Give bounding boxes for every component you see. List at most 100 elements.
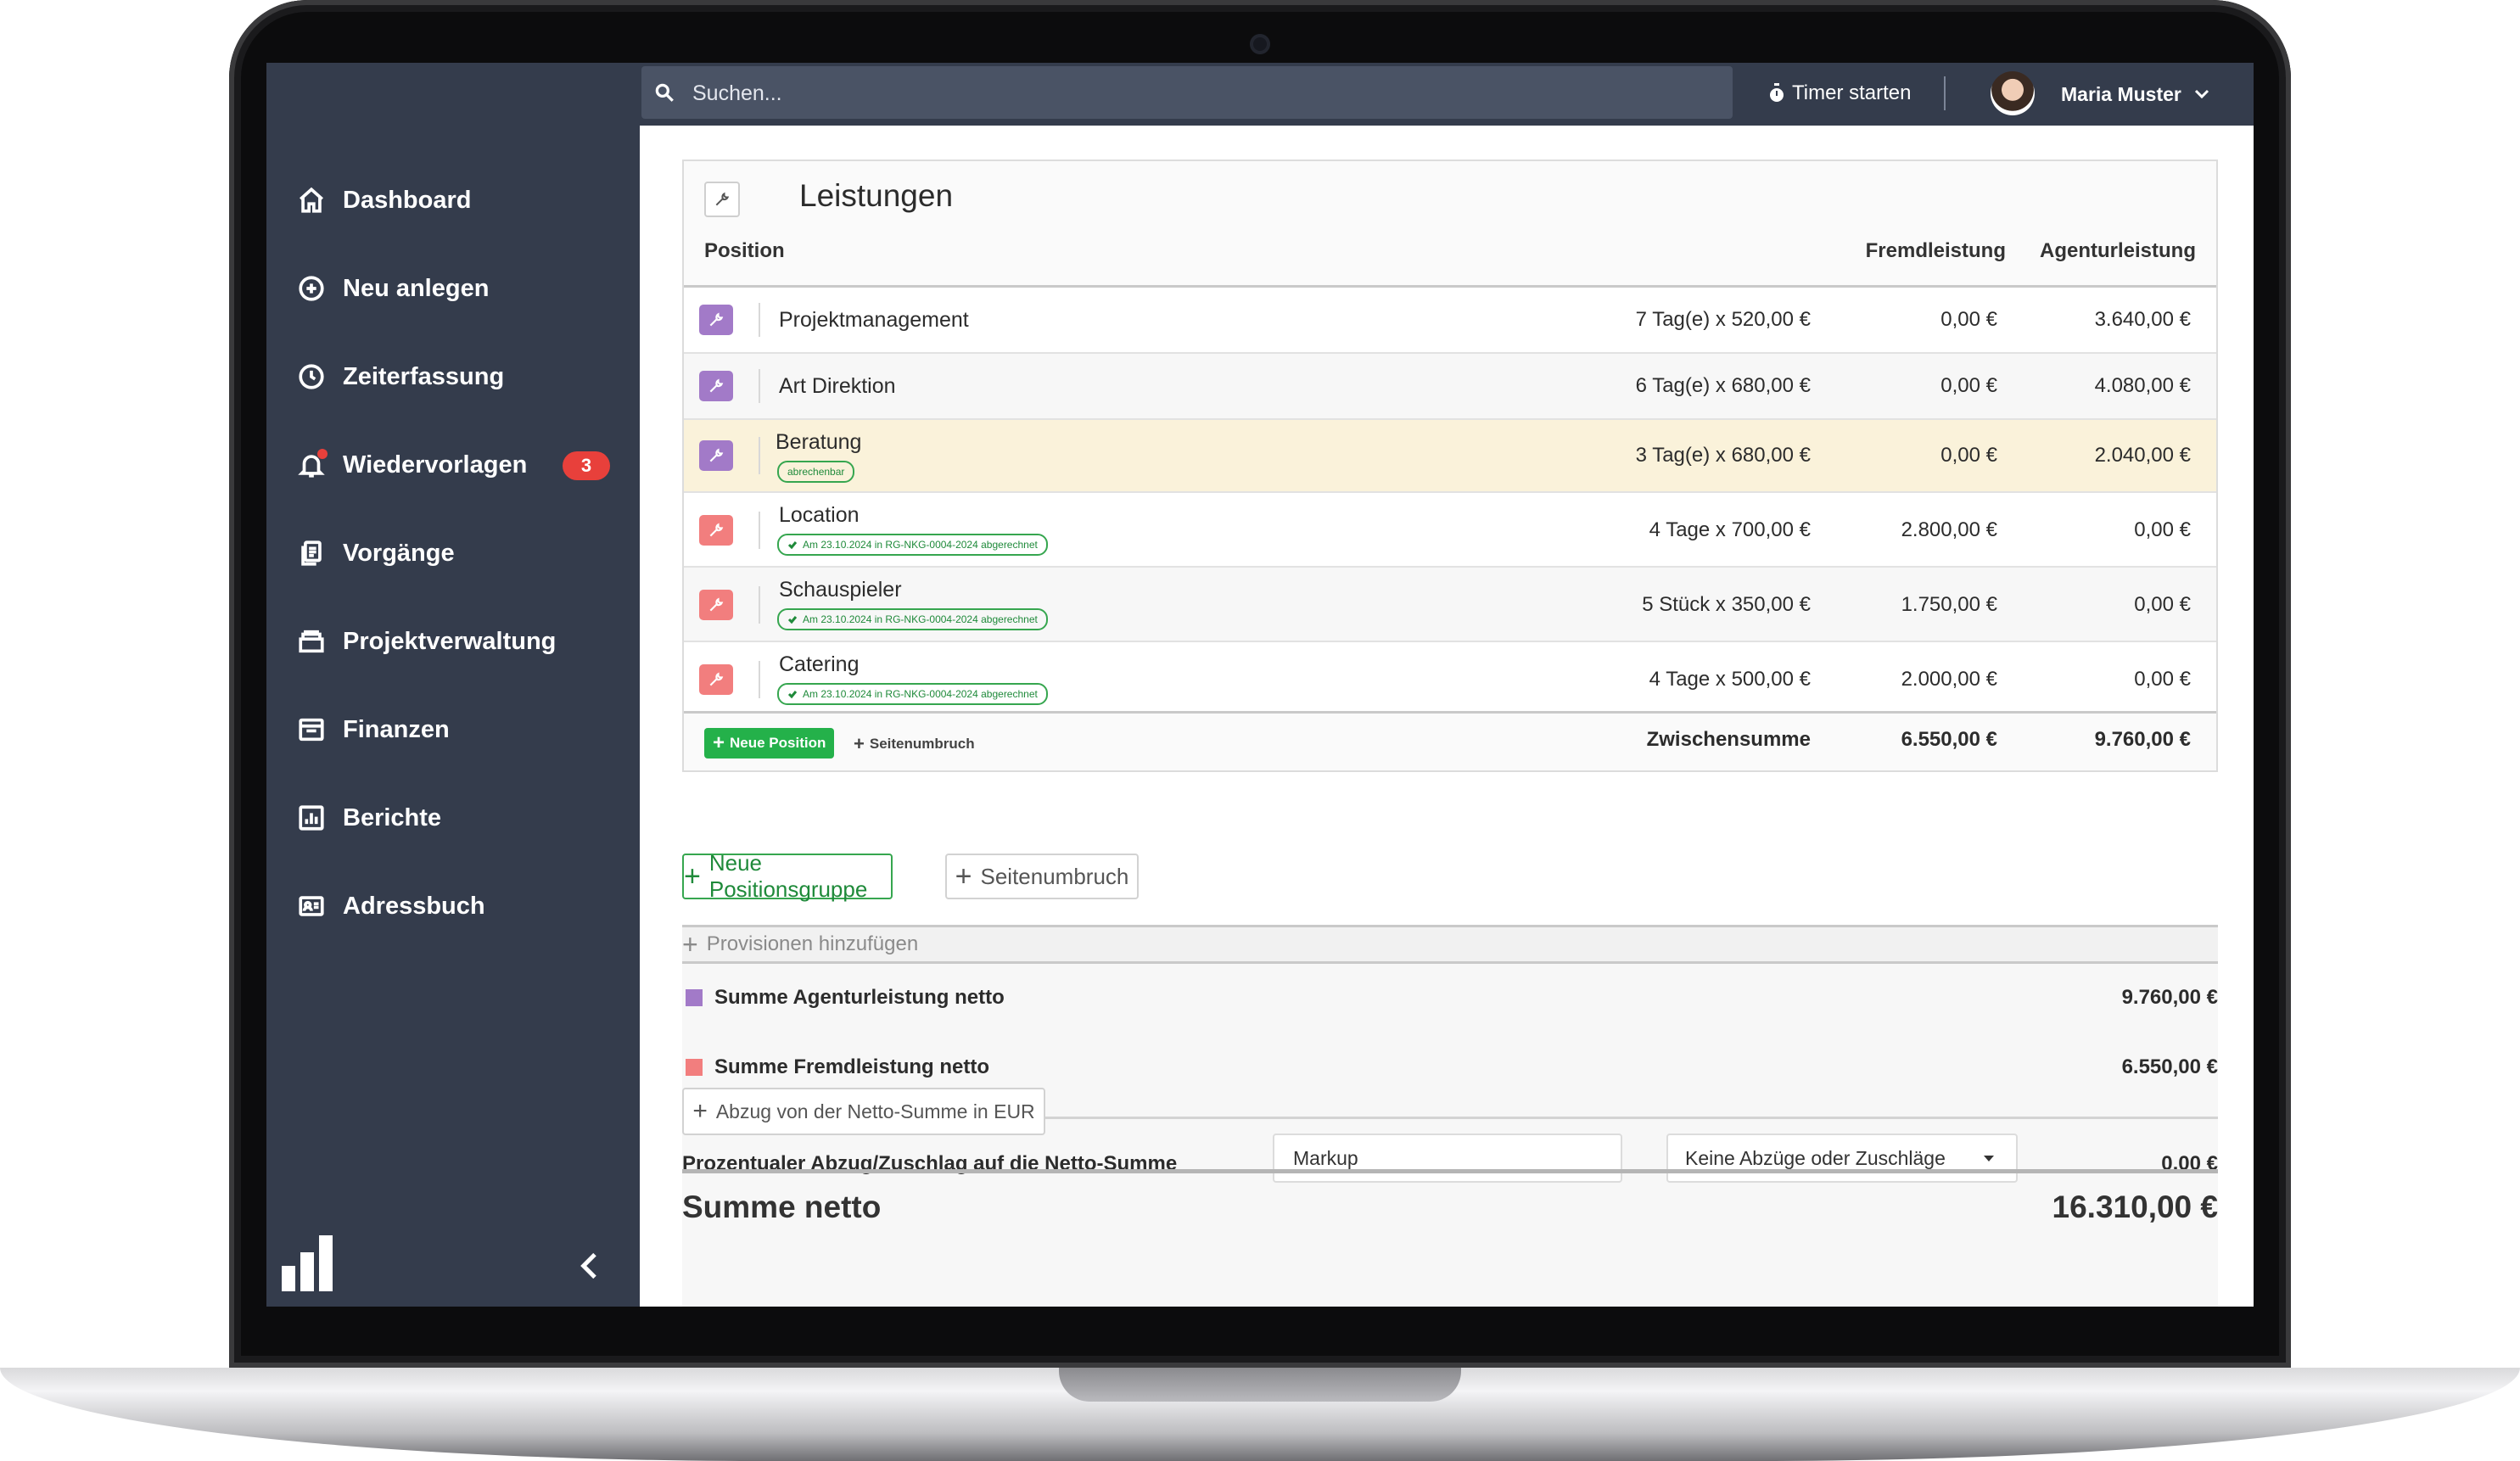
position-fremdleistung: 2.800,00 €	[1901, 518, 1997, 541]
position-agenturleistung: 0,00 €	[2134, 668, 2191, 691]
position-agenturleistung: 3.640,00 €	[2094, 308, 2191, 331]
status-badge: Am 23.10.2024 in RG-NKG-0004-2024 abgere…	[777, 534, 1048, 556]
sidebar-item-vorgaenge[interactable]: Vorgänge	[266, 509, 640, 597]
timer-start-button[interactable]: Timer starten	[1768, 75, 1911, 112]
plus-icon: +	[854, 733, 865, 754]
position-agenturleistung: 0,00 €	[2134, 518, 2191, 541]
sidebar-item-label: Wiedervorlagen	[343, 451, 528, 479]
table-row[interactable]: Location Am 23.10.2024 in RG-NKG-0004-20…	[684, 493, 2216, 568]
timer-label: Timer starten	[1792, 81, 1912, 104]
new-position-label: Neue Position	[730, 735, 826, 751]
sidebar-item-finanzen[interactable]: Finanzen	[266, 686, 640, 774]
leistungen-panel: Leistungen Position Fremdleistung Agentu…	[682, 160, 2218, 772]
position-name: Art Direktion	[779, 374, 896, 398]
table-row[interactable]: Art Direktion 6 Tag(e) x 680,00 € 0,00 €…	[684, 354, 2216, 420]
new-position-group-button[interactable]: + Neue Positionsgruppe	[682, 850, 893, 902]
position-fremdleistung: 2.000,00 €	[1901, 668, 1997, 691]
status-badge: Am 23.10.2024 in RG-NKG-0004-2024 abgere…	[777, 683, 1048, 705]
page-break-button[interactable]: + Seitenumbruch	[854, 730, 975, 758]
net-total-label: Summe netto	[682, 1190, 882, 1224]
status-badge-text: Am 23.10.2024 in RG-NKG-0004-2024 abgere…	[803, 613, 1038, 625]
home-icon	[297, 186, 326, 215]
sidebar-item-label: Berichte	[343, 803, 442, 831]
position-quantity: 3 Tag(e) x 680,00 €	[1635, 444, 1811, 467]
sidebar-item-label: Dashboard	[343, 186, 472, 214]
new-position-button[interactable]: + Neue Position	[704, 728, 835, 758]
sidebar-item-berichte[interactable]: Berichte	[266, 774, 640, 862]
page-break-label: Seitenumbruch	[869, 736, 975, 752]
table-row[interactable]: Catering Am 23.10.2024 in RG-NKG-0004-20…	[684, 642, 2216, 711]
position-quantity: 5 Stück x 350,00 €	[1642, 593, 1811, 616]
net-divider	[682, 1169, 2218, 1173]
sum-agentur-label: Summe Agenturleistung netto	[714, 986, 1005, 1009]
table-row[interactable]: Projektmanagement 7 Tag(e) x 520,00 € 0,…	[684, 288, 2216, 354]
row-divider	[759, 661, 760, 698]
adjustment-select-value: Keine Abzüge oder Zuschläge	[1685, 1146, 1946, 1169]
add-provisions-button[interactable]: + Provisionen hinzufügen	[682, 925, 2218, 964]
bell-icon	[297, 449, 328, 479]
sidebar-item-label: Vorgänge	[343, 539, 455, 567]
stopwatch-icon	[1770, 83, 1784, 102]
wrench-icon[interactable]	[699, 590, 733, 620]
sidebar-item-wiedervorlagen[interactable]: Wiedervorlagen 3	[266, 421, 640, 509]
sidebar-item-projektverwaltung[interactable]: Projektverwaltung	[266, 597, 640, 686]
sidebar-item-label: Adressbuch	[343, 892, 485, 920]
collapse-sidebar-icon[interactable]	[574, 1249, 608, 1283]
position-quantity: 7 Tag(e) x 520,00 €	[1635, 308, 1811, 331]
sidebar-item-neu-anlegen[interactable]: Neu anlegen	[266, 244, 640, 333]
wrench-icon[interactable]	[699, 515, 733, 546]
search-input[interactable]	[691, 76, 1712, 110]
camera	[1250, 34, 1270, 54]
position-agenturleistung: 4.080,00 €	[2094, 374, 2191, 397]
sidebar-item-zeiterfassung[interactable]: Zeiterfassung	[266, 333, 640, 421]
subtotal-fremdleistung: 6.550,00 €	[1901, 728, 1997, 751]
row-divider	[759, 586, 760, 624]
table-row[interactable]: Beratung abrechenbar 3 Tag(e) x 680,00 €…	[684, 420, 2216, 493]
app-screen: Dashboard Neu anlegen Zeiterfassung Wied…	[266, 63, 2254, 1307]
add-deduction-button[interactable]: + Abzug von der Netto-Summe in EUR	[682, 1088, 1045, 1135]
table-row[interactable]: Schauspieler Am 23.10.2024 in RG-NKG-000…	[684, 568, 2216, 642]
wrench-icon[interactable]	[699, 305, 733, 335]
main-content: Leistungen Position Fremdleistung Agentu…	[640, 126, 2237, 1307]
add-provisions-label: Provisionen hinzufügen	[706, 932, 919, 955]
plus-icon: +	[692, 1097, 708, 1125]
net-total-row: Summe netto 16.310,00 €	[682, 1169, 2218, 1254]
column-header-position: Position	[704, 239, 785, 262]
sidebar-item-label: Zeiterfassung	[343, 362, 505, 390]
user-menu[interactable]: Maria Muster	[2061, 78, 2210, 110]
clock-icon	[297, 362, 326, 391]
documents-icon	[297, 539, 326, 568]
add-page-break-label: Seitenumbruch	[980, 863, 1129, 889]
laptop-notch	[1059, 1368, 1461, 1402]
check-icon	[787, 541, 798, 550]
column-header-fremdleistung: Fremdleistung	[1865, 239, 2006, 262]
status-badge-text: Am 23.10.2024 in RG-NKG-0004-2024 abgere…	[803, 539, 1038, 551]
wrench-icon[interactable]	[699, 440, 733, 471]
sidebar-item-dashboard[interactable]: Dashboard	[266, 156, 640, 244]
notification-dot	[317, 449, 328, 459]
sum-fremd-label: Summe Fremdleistung netto	[714, 1055, 990, 1078]
sidebar: Dashboard Neu anlegen Zeiterfassung Wied…	[266, 63, 640, 1307]
avatar[interactable]	[1991, 71, 2035, 115]
wrench-icon[interactable]	[699, 371, 733, 401]
panel-title: Leistungen	[799, 178, 954, 213]
add-page-break-button[interactable]: + Seitenumbruch	[945, 854, 1139, 899]
net-total-value: 16.310,00 €	[2052, 1190, 2218, 1224]
position-name: Catering	[779, 652, 860, 676]
subtotal-agenturleistung: 9.760,00 €	[2094, 728, 2191, 751]
agentur-color-swatch	[686, 989, 703, 1006]
topbar-divider	[1944, 76, 1946, 110]
status-badge: abrechenbar	[777, 461, 855, 483]
position-name: Schauspieler	[779, 578, 902, 602]
wrench-icon[interactable]	[699, 664, 733, 695]
subtotal-divider	[684, 711, 2216, 714]
agentur-verwaltung-logo	[282, 1235, 333, 1291]
sidebar-item-adressbuch[interactable]: Adressbuch	[266, 862, 640, 950]
sidebar-nav: Dashboard Neu anlegen Zeiterfassung Wied…	[266, 156, 640, 950]
group-settings-button[interactable]	[704, 182, 740, 217]
column-header-agenturleistung: Agenturleistung	[2040, 239, 2196, 262]
sum-fremd-value: 6.550,00 €	[2121, 1055, 2218, 1078]
position-name: Projektmanagement	[779, 308, 969, 332]
position-name: Location	[779, 503, 860, 527]
chevron-down-icon	[2194, 89, 2209, 99]
